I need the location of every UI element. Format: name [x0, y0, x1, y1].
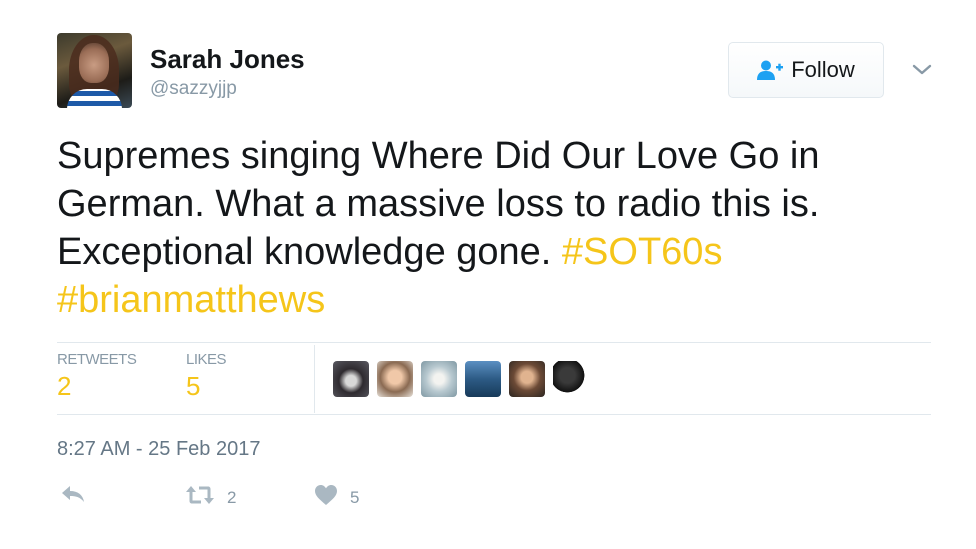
tweet-text: Supremes singing Where Did Our Love Go i…	[57, 132, 937, 324]
follow-button[interactable]: Follow	[728, 42, 884, 98]
chevron-down-icon[interactable]	[910, 58, 934, 82]
liker-avatar-3[interactable]	[421, 361, 457, 397]
tweet-text-line: Exceptional knowledge gone. #SOT60s	[57, 231, 723, 273]
hashtag-link[interactable]: #brianmatthews	[57, 279, 325, 321]
heart-icon	[314, 484, 338, 511]
like-button[interactable]: 5	[314, 484, 359, 511]
liker-avatar-6[interactable]	[553, 361, 589, 397]
follow-button-label: Follow	[791, 57, 855, 82]
user-name[interactable]: Sarah Jones	[150, 44, 305, 75]
likes-label[interactable]: LIKES	[186, 351, 227, 368]
add-user-icon	[757, 59, 784, 81]
tweet-timestamp[interactable]: 8:27 AM - 25 Feb 2017	[57, 438, 260, 461]
avatar-shirt	[67, 89, 122, 108]
reply-icon	[60, 484, 86, 509]
retweet-count: 2	[227, 487, 237, 507]
retweets-count[interactable]: 2	[57, 371, 71, 402]
liker-avatar-1[interactable]	[333, 361, 369, 397]
liker-avatar-4[interactable]	[465, 361, 501, 397]
retweets-label[interactable]: RETWEETS	[57, 351, 137, 368]
hashtag-link[interactable]: #SOT60s	[562, 231, 723, 273]
avatar[interactable]	[57, 33, 132, 108]
tweet-text-line: German. What a massive loss to radio thi…	[57, 183, 820, 225]
liker-avatar-5[interactable]	[509, 361, 545, 397]
stats-divider	[314, 345, 315, 413]
likes-count[interactable]: 5	[186, 371, 200, 402]
tweet-card: Sarah Jones @sazzyjjp Follow Supremes si…	[0, 0, 976, 549]
tweet-text-line: #brianmatthews	[57, 276, 937, 324]
divider	[57, 414, 931, 415]
avatar-face	[79, 43, 109, 83]
tweet-text-line: Supremes singing Where Did Our Love Go i…	[57, 135, 820, 177]
user-handle[interactable]: @sazzyjjp	[150, 78, 237, 100]
divider	[57, 342, 931, 343]
reply-button[interactable]	[60, 484, 86, 509]
liker-avatars	[333, 361, 589, 397]
liker-avatar-2[interactable]	[377, 361, 413, 397]
like-count: 5	[350, 487, 360, 507]
retweet-button[interactable]: 2	[185, 484, 236, 511]
retweet-icon	[185, 484, 215, 511]
